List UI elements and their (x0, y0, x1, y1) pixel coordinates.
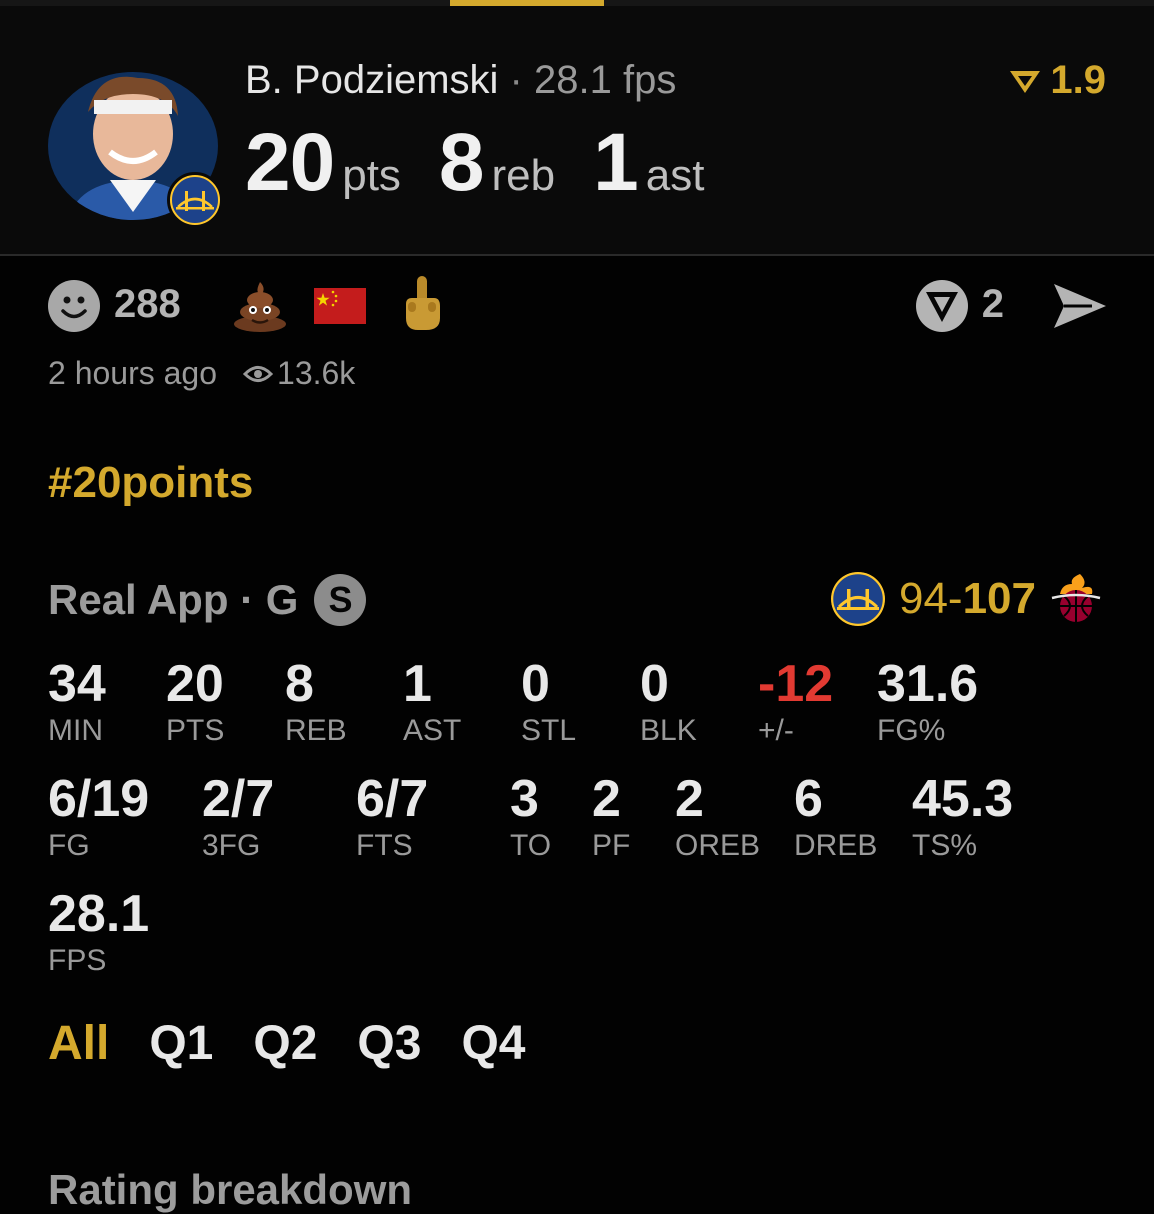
stat-value: 6 (794, 770, 823, 828)
stat-label: REB (285, 714, 347, 747)
stat-pf: 2 PF (592, 771, 630, 863)
stat-value: 45.3 (912, 770, 1014, 828)
tab-q2[interactable]: Q2 (253, 1016, 317, 1071)
heat-logo-icon (1051, 574, 1101, 622)
stat-value: 20 (166, 655, 224, 713)
stat-fg-pct: 31.6 FG% (877, 656, 978, 748)
player-name-line: B. Podziemski · 28.1 fps (245, 58, 676, 103)
share-icon[interactable] (1052, 282, 1108, 335)
source-label: Real App · G (48, 576, 299, 623)
comment-count: 2 (981, 282, 1004, 326)
stat-label: BLK (640, 714, 697, 747)
headline-value: 1 (593, 117, 639, 208)
stat-value: 34 (48, 655, 106, 713)
stat-fg: 6/19 FG (48, 771, 149, 863)
stat-ast: 1 AST (403, 656, 461, 748)
stat-value: 6/7 (356, 770, 429, 828)
hashtag-link[interactable]: #20points (48, 458, 253, 508)
headline-value: 8 (438, 117, 485, 208)
game-score[interactable]: 94 - 107 (830, 572, 1102, 626)
headline-unit: pts (342, 151, 401, 200)
stat-3fg: 2/7 3FG (202, 771, 274, 863)
stat-label: FPS (48, 944, 107, 977)
stat-plus-minus: -12 +/- (758, 656, 833, 748)
stat-label: STL (521, 714, 577, 747)
stat-to: 3 TO (510, 771, 551, 863)
warriors-logo-icon (830, 572, 885, 626)
stat-pts: 20 PTS (166, 656, 224, 748)
stat-fps: 28.1 FPS (48, 886, 149, 978)
tab-q3[interactable]: Q3 (357, 1016, 421, 1071)
reactions-bar: 288 2 (48, 276, 1108, 337)
smile-count: 288 (114, 282, 181, 326)
headline-unit: ast (645, 151, 705, 200)
stat-label: PF (592, 829, 631, 862)
stat-value: 0 (521, 655, 550, 713)
stat-value: 6/19 (48, 770, 150, 828)
separator: · (509, 58, 523, 102)
view-count: 13.6k (277, 355, 356, 391)
poop-emoji-icon[interactable] (232, 280, 288, 337)
stat-oreb: 2 OREB (675, 771, 760, 863)
rating-v-icon (1010, 70, 1041, 93)
stat-label: PTS (166, 714, 225, 747)
stat-label: DREB (794, 829, 878, 862)
headline-unit: reb (491, 151, 556, 200)
eye-icon (243, 365, 274, 382)
stat-value: 2 (675, 770, 704, 828)
stat-reb: 8 REB (285, 656, 347, 748)
score-dash: - (947, 574, 963, 623)
stat-value: 2/7 (202, 770, 275, 828)
stat-value: 3 (510, 770, 539, 828)
stat-value: 8 (285, 655, 314, 713)
away-score: 107 (962, 574, 1036, 623)
tab-q1[interactable]: Q1 (149, 1016, 213, 1071)
player-header: B. Podziemski · 28.1 fps 1.9 20 pts 8 re… (0, 6, 1154, 256)
section-title: Rating breakdown (48, 1166, 413, 1213)
stat-value: 31.6 (877, 655, 979, 713)
quarter-tabs: All Q1 Q2 Q3 Q4 (48, 1016, 525, 1071)
stat-label: AST (403, 714, 462, 747)
warriors-logo-icon (167, 172, 223, 228)
stat-label: TO (510, 829, 552, 862)
stat-value: 0 (640, 655, 669, 713)
stat-label: 3FG (202, 829, 261, 862)
stat-label: FTS (356, 829, 413, 862)
stat-label: TS% (912, 829, 978, 862)
posted-time: 2 hours ago (48, 355, 218, 391)
starter-badge: S (314, 574, 367, 626)
stat-value: 28.1 (48, 885, 150, 943)
stat-blk: 0 BLK (640, 656, 697, 748)
china-flag-icon[interactable] (314, 288, 366, 324)
stat-fts: 6/7 FTS (356, 771, 428, 863)
player-name[interactable]: B. Podziemski (245, 58, 498, 102)
stat-min: 34 MIN (48, 656, 106, 748)
middle-finger-emoji-icon[interactable] (400, 274, 444, 339)
tab-q4[interactable]: Q4 (461, 1016, 525, 1071)
comment-icon[interactable] (916, 280, 968, 332)
stat-stl: 0 STL (521, 656, 576, 748)
stat-dreb: 6 DREB (794, 771, 877, 863)
stat-label: OREB (675, 829, 761, 862)
game-source: Real App · G S (48, 574, 367, 626)
stat-label: FG% (877, 714, 946, 747)
stat-ts-pct: 45.3 TS% (912, 771, 1013, 863)
player-fps: 28.1 fps (534, 58, 677, 102)
headline-stats: 20 pts 8 reb 1 ast (245, 116, 742, 210)
stat-value: 1 (403, 655, 432, 713)
rating-value: 1.9 (1050, 58, 1106, 102)
stat-value: -12 (758, 655, 834, 713)
smiley-icon[interactable] (48, 280, 100, 332)
stat-label: +/- (758, 714, 794, 747)
stat-value: 2 (592, 770, 621, 828)
post-meta: 2 hours ago 13.6k (48, 355, 355, 392)
stat-label: FG (48, 829, 90, 862)
tab-all[interactable]: All (48, 1016, 109, 1071)
rating[interactable]: 1.9 (1008, 58, 1106, 103)
stat-label: MIN (48, 714, 103, 747)
home-score: 94 (898, 574, 948, 623)
headline-value: 20 (245, 117, 335, 208)
